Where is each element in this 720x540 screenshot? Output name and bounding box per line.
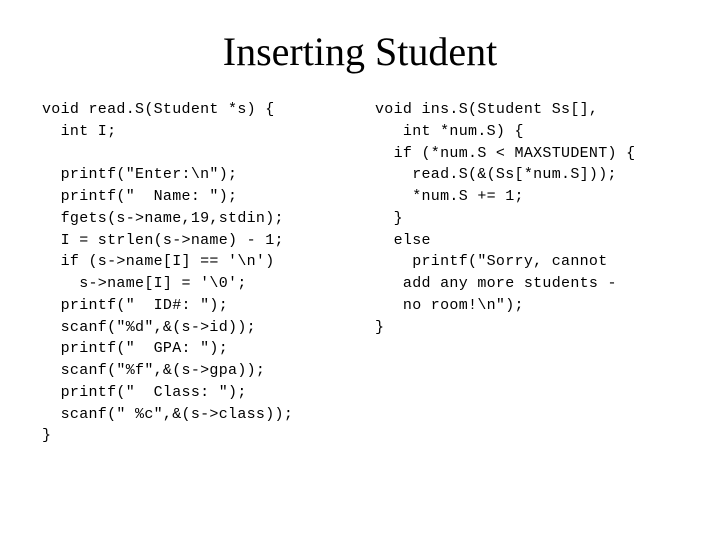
code-right: void ins.S(Student Ss[], int *num.S) { i…	[375, 99, 688, 447]
code-columns: void read.S(Student *s) { int I; printf(…	[0, 99, 720, 447]
slide: Inserting Student void read.S(Student *s…	[0, 28, 720, 540]
slide-title: Inserting Student	[0, 28, 720, 75]
code-left: void read.S(Student *s) { int I; printf(…	[42, 99, 355, 447]
